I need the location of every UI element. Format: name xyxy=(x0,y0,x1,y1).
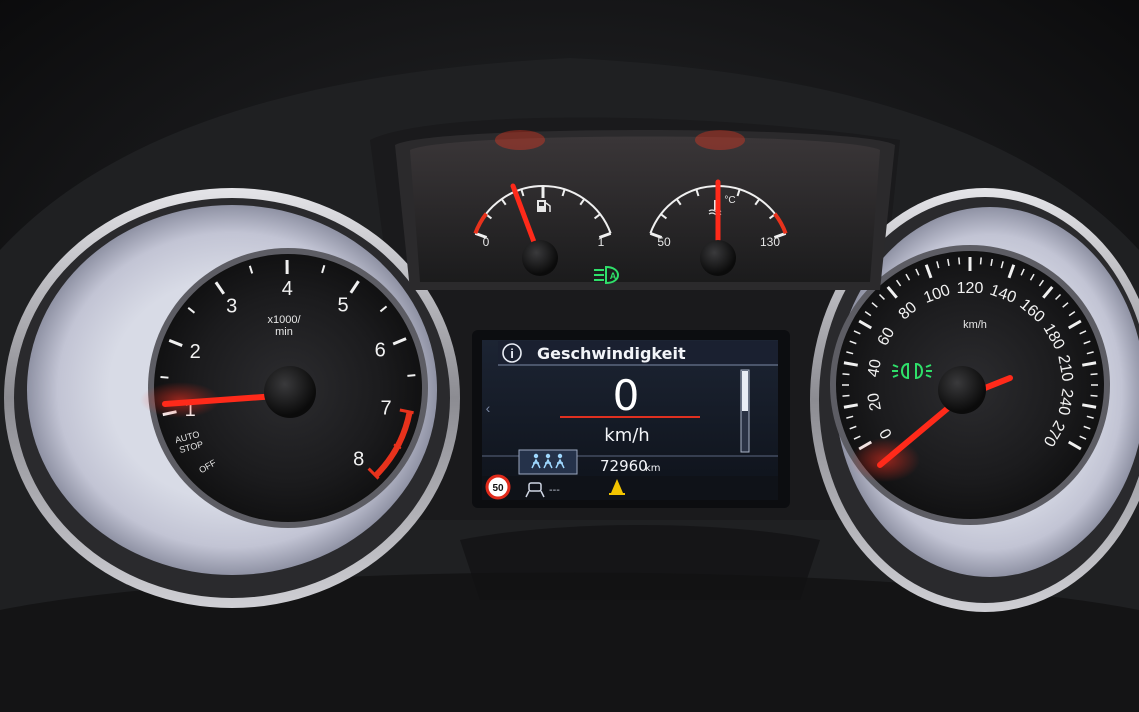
tachometer-scale-label: 2 xyxy=(190,341,201,363)
tachometer-scale-label: 8 xyxy=(353,449,364,471)
speed-value: 0 xyxy=(613,371,640,420)
tachometer-tick xyxy=(407,374,416,377)
tachometer-tick xyxy=(160,376,169,379)
speedometer-scale-label: 120 xyxy=(957,280,984,297)
tachometer-scale-label: 7 xyxy=(381,397,392,419)
fuel-max-label: 1 xyxy=(598,235,605,249)
speedometer-tick xyxy=(842,373,850,376)
menu-left-arrow[interactable]: ‹ xyxy=(486,400,491,416)
tachometer-unit-line2: min xyxy=(275,326,293,338)
info-display: i Geschwindigkeit 0 km/h ‹ 72960 km 50 -… xyxy=(472,330,790,508)
speedometer-tick xyxy=(1090,394,1098,397)
temp-min-label: 50 xyxy=(657,235,671,249)
speedometer-scale-label: 40 xyxy=(865,358,885,379)
speedometer-hub xyxy=(938,366,986,414)
tachometer-scale-label: 6 xyxy=(375,339,386,361)
seatbelt-status-box xyxy=(518,449,578,475)
tachometer-scale-label: 3 xyxy=(226,295,237,317)
auto-headlight-letter: A xyxy=(610,271,617,281)
top-gauge-panel xyxy=(395,130,895,290)
instrument-cluster: 12345678 x1000/ min AUTO STOP OFF 020406… xyxy=(0,0,1139,712)
lane-assist-text: --- xyxy=(549,485,560,496)
temp-unit-label: °C xyxy=(724,195,735,206)
bezel-shadow xyxy=(460,525,820,600)
info-title: Geschwindigkeit xyxy=(537,344,686,363)
auto-headlight-icon: A xyxy=(594,265,619,285)
fuel-hub xyxy=(522,240,558,276)
tachometer-scale-label: 5 xyxy=(338,295,349,317)
speedometer-scale-label: 20 xyxy=(865,391,885,412)
info-icon-glyph: i xyxy=(510,346,514,361)
speedometer-unit-label: km/h xyxy=(963,319,987,331)
speedometer-tick xyxy=(842,394,850,397)
speed-limit-value: 50 xyxy=(492,483,504,494)
speedometer-tick xyxy=(1090,373,1098,376)
tachometer-scale-label: 4 xyxy=(282,278,293,300)
odometer-value: 72960 xyxy=(600,457,648,475)
speedometer-tick xyxy=(979,257,982,265)
tachometer-unit-line1: x1000/ xyxy=(267,314,301,326)
speedometer-tick xyxy=(958,257,961,265)
scroll-thumb[interactable] xyxy=(742,371,748,411)
temperature-hub xyxy=(700,240,736,276)
speed-unit: km/h xyxy=(604,425,649,446)
temp-max-label: 130 xyxy=(760,235,780,249)
speed-limit-sign: 50 xyxy=(485,474,511,500)
tachometer: 12345678 x1000/ min AUTO STOP OFF xyxy=(4,188,460,608)
fuel-min-label: 0 xyxy=(483,235,490,249)
tachometer-hub xyxy=(264,366,316,418)
odometer-unit: km xyxy=(645,463,661,474)
